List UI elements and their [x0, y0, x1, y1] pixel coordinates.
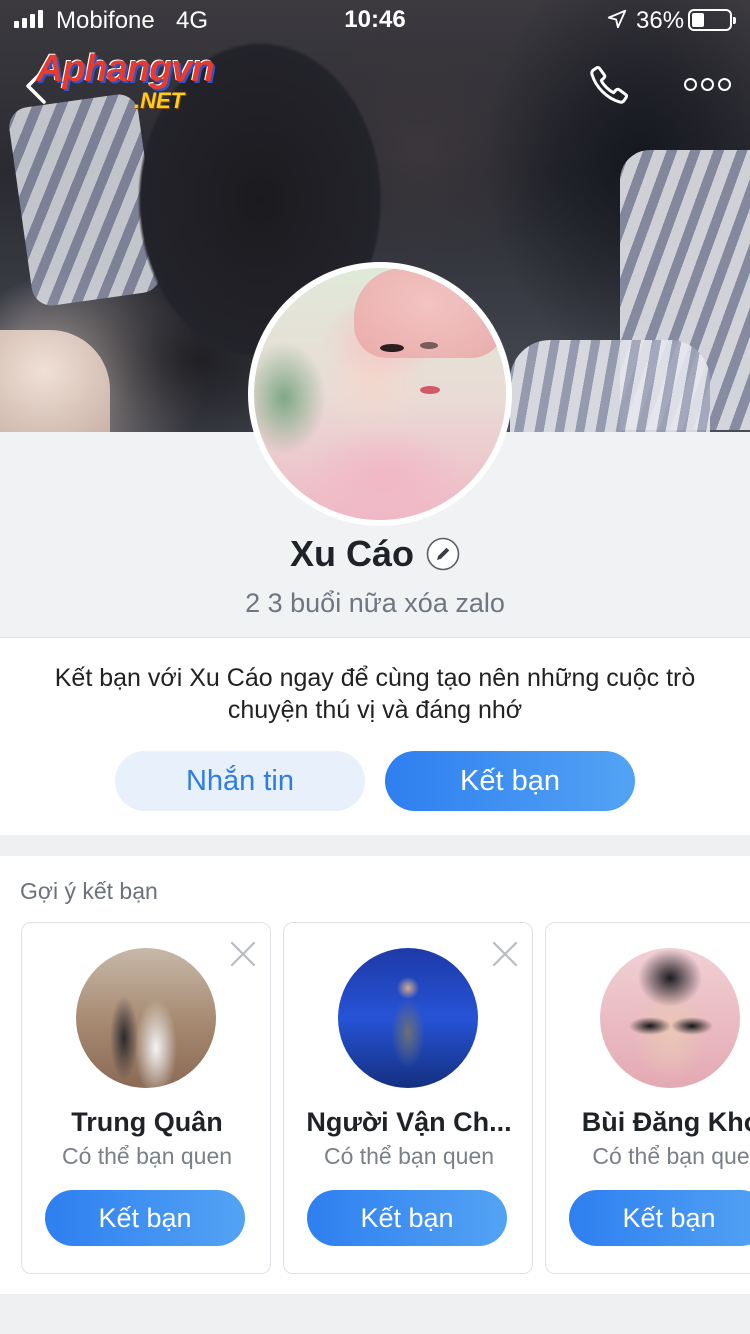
watermark-logo: Aphangvn .NET: [36, 48, 266, 118]
battery-percent: 36%: [636, 7, 685, 34]
suggestion-card[interactable]: Bùi Đăng Kho Có thể bạn que Kết bạn: [545, 922, 750, 1274]
bottom-spacer: [0, 1294, 750, 1334]
profile-avatar[interactable]: [248, 262, 512, 526]
edit-pencil-icon[interactable]: [426, 537, 460, 571]
add-friend-button[interactable]: Kết bạn: [307, 1190, 507, 1246]
message-button[interactable]: Nhắn tin: [115, 751, 365, 811]
location-arrow-icon: [607, 9, 627, 29]
add-friend-button[interactable]: Kết bạn: [569, 1190, 750, 1246]
watermark-main: Aphangvn: [36, 48, 215, 90]
suggestion-card[interactable]: Người Vận Ch... Có thể bạn quen Kết bạn: [283, 922, 533, 1274]
close-icon[interactable]: [230, 941, 256, 967]
suggestion-subtitle: Có thể bạn quen: [61, 1143, 233, 1169]
avatar[interactable]: [76, 948, 216, 1088]
invite-text: Kết bạn với Xu Cáo ngay để cùng tạo nên …: [54, 664, 696, 724]
suggestion-name: Người Vận Ch...: [306, 1107, 512, 1137]
suggestion-subtitle: Có thể bạn que: [592, 1143, 750, 1169]
avatar[interactable]: [600, 948, 740, 1088]
suggestions-title: Gợi ý kết bạn: [20, 878, 158, 904]
suggestion-carousel[interactable]: Trung Quân Có thể bạn quen Kết bạn Người…: [21, 922, 750, 1274]
name-row: Xu Cáo: [0, 532, 750, 576]
friend-suggestions: Gợi ý kết bạn Trung Quân Có thể bạn quen…: [0, 856, 750, 1294]
friend-invite-card: Kết bạn với Xu Cáo ngay để cùng tạo nên …: [0, 637, 750, 835]
more-dots-icon[interactable]: [684, 74, 732, 94]
add-friend-button[interactable]: Kết bạn: [45, 1190, 245, 1246]
suggestion-card[interactable]: Trung Quân Có thể bạn quen Kết bạn: [21, 922, 271, 1274]
suggestion-name: Bùi Đăng Kho: [581, 1107, 750, 1137]
avatar[interactable]: [338, 948, 478, 1088]
battery-icon: [688, 9, 736, 31]
phone-icon[interactable]: [588, 64, 630, 106]
suggestion-name: Trung Quân: [71, 1107, 223, 1137]
profile-status: 2 3 buổi nữa xóa zalo: [245, 588, 505, 618]
watermark-sub: .NET: [134, 88, 185, 113]
status-bar: Mobifone 4G 10:46 36%: [0, 0, 750, 40]
close-icon[interactable]: [492, 941, 518, 967]
add-friend-button[interactable]: Kết bạn: [385, 751, 635, 811]
profile-name: Xu Cáo: [289, 533, 414, 574]
suggestion-subtitle: Có thể bạn quen: [323, 1143, 495, 1169]
